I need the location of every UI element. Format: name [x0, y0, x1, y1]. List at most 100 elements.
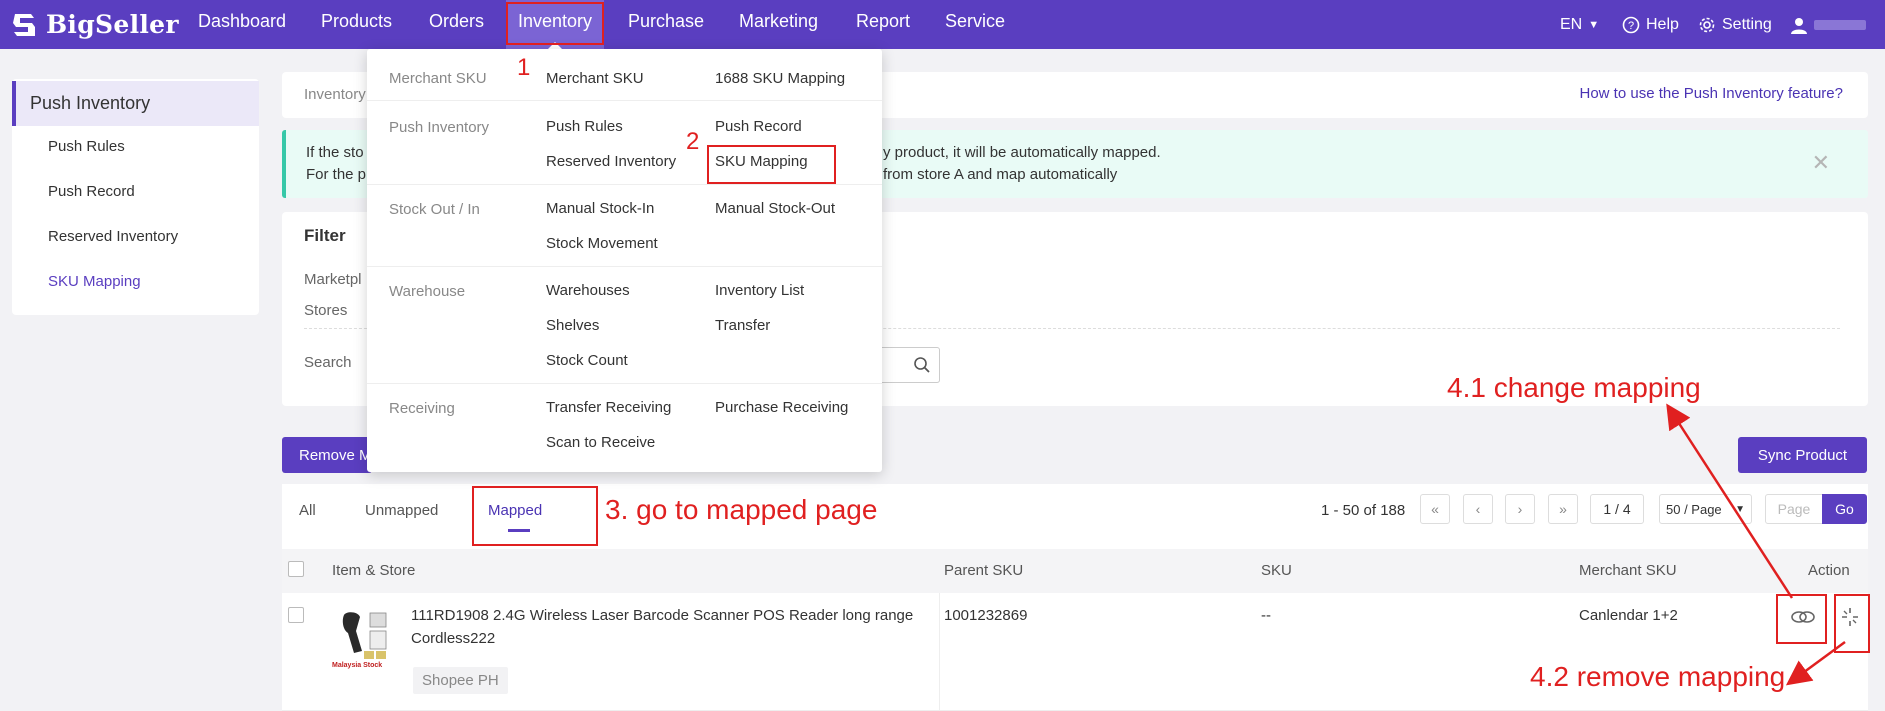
product-thumbnail[interactable]: Malaysia Stock [332, 607, 392, 671]
menu-item-reserved-inventory[interactable]: Reserved Inventory [546, 153, 676, 170]
annotation-step-4-1: 4.1 change mapping [1447, 372, 1701, 403]
annotation-box-change-mapping [1776, 594, 1827, 644]
page-input[interactable]: Page [1765, 494, 1823, 524]
menu-divider [367, 266, 882, 267]
chevron-down-icon: ▼ [1588, 18, 1600, 31]
nav-report[interactable]: Report [856, 0, 910, 49]
search-button[interactable] [880, 347, 940, 383]
help-label: Help [1646, 15, 1679, 33]
nav-orders[interactable]: Orders [429, 0, 484, 49]
sidebar: Push Inventory Push Rules Push Record Re… [12, 79, 259, 315]
sidebar-header-push-inventory[interactable]: Push Inventory [12, 81, 259, 126]
table-row: Malaysia Stock 111RD1908 2.4G Wireless L… [282, 593, 1868, 711]
product-title-line2[interactable]: Cordless222 [411, 630, 495, 647]
menu-item-stock-count[interactable]: Stock Count [546, 352, 628, 369]
menu-divider [367, 383, 882, 384]
help-circle-icon: ? [1622, 16, 1640, 33]
menu-item-scan-to-receive[interactable]: Scan to Receive [546, 434, 655, 451]
breadcrumb-text: Inventory [304, 86, 366, 103]
language-label: EN [1560, 15, 1583, 33]
menu-item-push-record[interactable]: Push Record [715, 118, 802, 135]
menu-item-shelves[interactable]: Shelves [546, 317, 599, 334]
gear-icon [1699, 17, 1715, 32]
inventory-dropdown-menu: Merchant SKU Merchant SKU 1688 SKU Mappi… [367, 49, 882, 472]
menu-item-transfer-receiving[interactable]: Transfer Receiving [546, 399, 671, 416]
last-page-button[interactable]: » [1548, 494, 1578, 524]
nav-purchase[interactable]: Purchase [628, 0, 704, 49]
column-divider [939, 593, 940, 711]
menu-item-merchant-sku[interactable]: Merchant SKU [546, 70, 644, 87]
menu-item-warehouses[interactable]: Warehouses [546, 282, 630, 299]
parent-sku-value: 1001232869 [944, 607, 1028, 624]
go-button-label: Go [1835, 501, 1854, 517]
alert-line1-right: y product, it will be automatically mapp… [883, 144, 1161, 161]
brand-logo[interactable]: BigSeller [10, 0, 179, 49]
column-header-action: Action [1808, 562, 1850, 579]
svg-text:?: ? [1628, 20, 1634, 32]
go-button[interactable]: Go [1822, 494, 1867, 524]
setting-link[interactable]: Setting [1698, 0, 1772, 49]
language-selector[interactable]: EN ▼ [1560, 0, 1599, 49]
username-blurred [1814, 19, 1866, 30]
annotation-step-4-2: 4.2 remove mapping [1530, 661, 1786, 692]
sync-product-button[interactable]: Sync Product [1738, 437, 1867, 473]
double-chevron-right-icon: » [1559, 501, 1567, 517]
menu-item-1688-sku-mapping[interactable]: 1688 SKU Mapping [715, 70, 845, 87]
column-header-item-store: Item & Store [332, 562, 416, 579]
sidebar-item-reserved-inventory[interactable]: Reserved Inventory [48, 228, 178, 245]
annotation-step-2: 2 [686, 128, 700, 155]
sidebar-item-push-record[interactable]: Push Record [48, 183, 135, 200]
push-inventory-help-link[interactable]: How to use the Push Inventory feature? [1580, 85, 1844, 102]
nav-products[interactable]: Products [321, 0, 392, 49]
nav-service[interactable]: Service [945, 0, 1005, 49]
next-page-button[interactable]: › [1505, 494, 1535, 524]
setting-label: Setting [1722, 15, 1772, 33]
help-link[interactable]: ? Help [1622, 0, 1679, 49]
nav-marketing[interactable]: Marketing [739, 0, 818, 49]
sidebar-item-push-rules[interactable]: Push Rules [48, 138, 125, 155]
table-header: Item & Store Parent SKU SKU Merchant SKU… [282, 549, 1868, 593]
menu-item-manual-stock-in[interactable]: Manual Stock-In [546, 200, 654, 217]
row-checkbox[interactable] [288, 607, 304, 623]
merchant-sku-value: Canlendar 1+2 [1579, 607, 1678, 624]
menu-item-purchase-receiving[interactable]: Purchase Receiving [715, 399, 848, 416]
menu-item-inventory-list[interactable]: Inventory List [715, 282, 804, 299]
page-size-value: 50 / Page [1666, 501, 1722, 517]
pagination-summary: 1 - 50 of 188 [1321, 502, 1406, 519]
menu-divider [367, 184, 882, 185]
bigseller-logo-icon [13, 13, 35, 36]
product-title-line1[interactable]: 111RD1908 2.4G Wireless Laser Barcode Sc… [411, 607, 913, 624]
chevron-right-icon: › [1517, 501, 1523, 517]
menu-group-stock-out-in: Stock Out / In [389, 201, 480, 218]
close-icon[interactable]: ✕ [1812, 150, 1830, 176]
nav-dashboard[interactable]: Dashboard [198, 0, 286, 49]
menu-item-manual-stock-out[interactable]: Manual Stock-Out [715, 200, 835, 217]
annotation-box-inventory [506, 2, 604, 45]
user-menu[interactable] [1790, 0, 1866, 49]
sku-value: -- [1261, 607, 1271, 624]
select-all-checkbox[interactable] [288, 561, 304, 577]
annotation-box-sku-mapping [707, 145, 836, 184]
page-size-select[interactable]: 50 / Page ▼ [1659, 494, 1752, 524]
column-header-sku: SKU [1261, 562, 1292, 579]
filter-title: Filter [304, 226, 346, 245]
top-navigation-bar: BigSeller Dashboard Products Orders Inve… [0, 0, 1885, 49]
store-badge: Shopee PH [413, 667, 508, 694]
menu-item-transfer[interactable]: Transfer [715, 317, 770, 334]
menu-group-push-inventory: Push Inventory [389, 119, 490, 136]
tab-all[interactable]: All [299, 502, 316, 519]
page-input-placeholder: Page [1777, 501, 1811, 517]
menu-item-stock-movement[interactable]: Stock Movement [546, 235, 658, 252]
tab-unmapped[interactable]: Unmapped [365, 502, 438, 519]
annotation-step-3: 3. go to mapped page [605, 494, 878, 525]
remove-mapping-button[interactable]: Remove M [282, 437, 372, 473]
menu-divider [367, 100, 882, 101]
menu-group-warehouse: Warehouse [389, 283, 466, 300]
first-page-button[interactable]: « [1420, 494, 1450, 524]
menu-item-push-rules[interactable]: Push Rules [546, 118, 623, 135]
sidebar-item-sku-mapping[interactable]: SKU Mapping [48, 273, 141, 290]
menu-group-merchant-sku: Merchant SKU [389, 70, 487, 87]
search-label: Search [304, 354, 352, 371]
prev-page-button[interactable]: ‹ [1463, 494, 1493, 524]
annotation-step-1: 1 [517, 54, 531, 81]
